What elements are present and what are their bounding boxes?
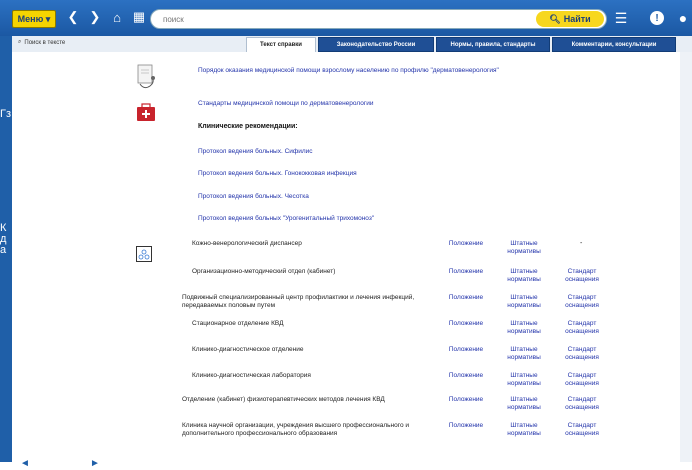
staff-norms-link[interactable]: Штатные нормативы (498, 372, 550, 388)
tab-help-text[interactable]: Текст справки (246, 37, 316, 52)
staff-norms-link[interactable]: Штатные нормативы (498, 268, 550, 284)
tab-comments[interactable]: Комментарии, консультации (552, 37, 676, 52)
staff-norms-link[interactable]: Штатные нормативы (498, 396, 550, 412)
staff-norms-link[interactable]: Штатные нормативы (498, 320, 550, 336)
table-row-name: Подвижный специализированный центр профи… (182, 294, 415, 309)
bottom-strip: ◄ ► (0, 458, 692, 470)
regulation-link[interactable]: Положение (440, 396, 492, 404)
regulation-link[interactable]: Положение (440, 240, 492, 248)
link-standards[interactable]: Стандарты медицинской помощи по дерматов… (198, 100, 374, 107)
equipment-standard-link[interactable]: Стандарт оснащения (556, 422, 608, 438)
equipment-standard-link[interactable]: Стандарт оснащения (556, 320, 608, 336)
regulation-link[interactable]: Положение (440, 294, 492, 302)
tab-norms[interactable]: Нормы, правила, стандарты (436, 37, 550, 52)
regulation-link[interactable]: Положение (440, 346, 492, 354)
search-icon: 🔍︎ (549, 13, 561, 24)
arrow-right-icon: ► (90, 458, 100, 469)
link-protocol[interactable]: Протокол ведения больных. Чесотка (198, 193, 309, 200)
equipment-standard-link[interactable]: Стандарт оснащения (556, 396, 608, 412)
forward-arrow-icon[interactable]: ❯ (86, 8, 104, 26)
grid-icon[interactable]: ▦ (130, 8, 148, 26)
document-content: Порядок оказания медицинской помощи взро… (12, 52, 680, 464)
staff-norms-link[interactable]: Штатные нормативы (498, 294, 550, 310)
vertical-scrollbar[interactable] (680, 52, 692, 464)
link-care-order[interactable]: Порядок оказания медицинской помощи взро… (198, 67, 499, 74)
search-input[interactable] (163, 13, 523, 25)
table-row-name: Кожно-венерологический диспансер (192, 240, 302, 247)
find-button[interactable]: 🔍︎ Найти (536, 11, 604, 27)
menu-button[interactable]: Меню ▾ (12, 10, 56, 28)
tab-legislation[interactable]: Законодательство России (318, 37, 434, 52)
staff-norms-link[interactable]: Штатные нормативы (498, 346, 550, 362)
arrow-left-icon: ◄ (20, 458, 30, 469)
background-window-strip: Гз К д а (0, 0, 12, 470)
clinical-recommendations-heading: Клинические рекомендации: (198, 123, 298, 130)
regulation-link[interactable]: Положение (440, 268, 492, 276)
top-toolbar: Меню ▾ ❮ ❯ ⌂ ▦ 🔍︎ Найти ☰ ! ● (0, 0, 692, 36)
back-arrow-icon[interactable]: ❮ (64, 8, 82, 26)
info-icon[interactable]: ! (650, 11, 664, 25)
table-row-name: Отделение (кабинет) физиотерапевтических… (182, 396, 385, 403)
search-box: 🔍︎ Найти (150, 9, 607, 29)
find-button-label: Найти (563, 14, 591, 24)
table-row-name: Клинико-диагностическое отделение (192, 346, 304, 353)
magnifier-icon: ⌕ (18, 39, 22, 45)
navigation-buttons: ❮ ❯ ⌂ ▦ (64, 8, 148, 28)
medical-kit-icon (137, 103, 155, 121)
staff-norms-link[interactable]: Штатные нормативы (498, 422, 550, 438)
document-stethoscope-icon (137, 64, 155, 89)
help-icon[interactable]: ● (674, 9, 692, 27)
link-protocol[interactable]: Протокол ведения больных. Гонококковая и… (198, 170, 357, 177)
table-row-name: Клинико-диагностическая лаборатория (192, 372, 311, 379)
staff-norms-link[interactable]: Штатные нормативы (498, 240, 550, 256)
table-row-name: Стационарное отделение КВД (192, 320, 284, 327)
table-row-name: Клиника научной организации, учреждения … (182, 422, 410, 437)
text-search-button[interactable]: ⌕ Поиск в тексте (18, 39, 65, 46)
network-diagram-icon (136, 246, 152, 262)
hamburger-menu-icon[interactable]: ☰ (612, 9, 630, 27)
table-row-name: Организационно-методический отдел (кабин… (192, 268, 336, 275)
equipment-standard-link[interactable]: Стандарт оснащения (556, 346, 608, 362)
link-protocol[interactable]: Протокол ведения больных. Сифилис (198, 148, 313, 155)
equipment-standard-link[interactable]: Стандарт оснащения (556, 372, 608, 388)
home-icon[interactable]: ⌂ (108, 8, 126, 26)
background-label: а (0, 244, 7, 256)
regulation-link[interactable]: Положение (440, 320, 492, 328)
equipment-standard-link[interactable]: Стандарт оснащения (556, 294, 608, 310)
background-label: Гз (0, 108, 11, 120)
equipment-standard-link[interactable]: Стандарт оснащения (556, 268, 608, 284)
regulation-link[interactable]: Положение (440, 372, 492, 380)
no-standard-dash: - (580, 240, 583, 247)
link-protocol[interactable]: Протокол ведения больных "Урогенитальный… (198, 215, 374, 222)
tab-bar: ⌕ Поиск в тексте Текст справки Законодат… (12, 36, 692, 53)
regulation-link[interactable]: Положение (440, 422, 492, 430)
text-search-label: Поиск в тексте (24, 39, 66, 46)
